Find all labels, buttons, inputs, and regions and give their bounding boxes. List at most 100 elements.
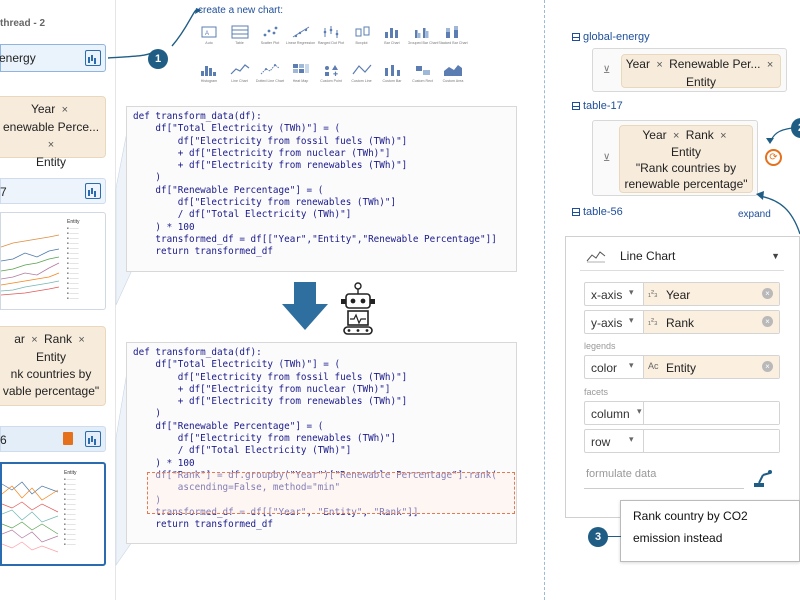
thread-title: thread - 2 [0, 18, 46, 29]
svg-text:■ ———: ■ ——— [64, 537, 76, 541]
chart-type-icon: A [201, 26, 217, 38]
chart-type-option[interactable]: Grouped Bar Chart [408, 24, 438, 46]
svg-text:■ ———: ■ ——— [64, 517, 76, 521]
svg-text:■ ———: ■ ——— [67, 276, 79, 280]
remove-icon[interactable]: × [62, 104, 68, 116]
svg-text:■ ———: ■ ——— [67, 286, 79, 290]
derived-table-pill-rank[interactable]: ar × Rank × Entity nk countries by vable… [0, 326, 106, 406]
chart-type-label: Ranged Dot Plot [317, 41, 345, 45]
code-line: + df["Electricity from nuclear (TWh)"] [133, 147, 391, 159]
svg-text:■ ———: ■ ——— [64, 512, 76, 516]
chart-type-option[interactable]: Stacked Bar Chart [438, 24, 468, 46]
chart-type-option[interactable]: ✚ Custom Point [316, 62, 346, 84]
clear-icon[interactable]: × [762, 361, 773, 372]
chart-type-icon [355, 26, 369, 37]
svg-text:■ ———: ■ ——— [64, 502, 76, 506]
color-encoding[interactable]: color ▾ Aᴄ Entity × [584, 355, 780, 379]
caret-down-icon[interactable]: ▾ [629, 360, 634, 371]
svg-text:■ ———: ■ ——— [67, 246, 79, 250]
field-slot[interactable] [643, 402, 779, 424]
chart-type-icon [444, 65, 462, 76]
chevron-down-icon[interactable]: ▼ [771, 251, 780, 261]
formulate-input[interactable]: formulate data [584, 467, 744, 489]
field-name: Year [666, 288, 691, 302]
code-line: + df["Electricity from renewables (TWh)"… [133, 160, 408, 172]
table-name: table-17 [583, 100, 623, 112]
remove-icon[interactable]: × [31, 334, 37, 346]
chart-type-option[interactable]: Linear Regression [286, 24, 316, 46]
chart-type-option[interactable]: Line Chart [225, 62, 255, 84]
chart-type-option[interactable]: Scatter Plot [255, 24, 285, 46]
instruction-line-1: nk countries by [10, 367, 92, 381]
field-slot[interactable]: Aᴄ Entity × [643, 356, 779, 378]
chart-type-option[interactable]: Heat Map [286, 62, 316, 84]
table-card-17[interactable]: ⊻ Year × Rank × Entity "Rank countries b… [592, 120, 758, 196]
clear-icon[interactable]: × [762, 288, 773, 299]
field-slot[interactable]: ₁²₃ Rank × [643, 311, 779, 333]
chart-picker-title: create a new chart: [198, 5, 284, 16]
facets-section-label: facets [584, 387, 609, 397]
trash-icon[interactable] [63, 432, 73, 445]
row-encoding[interactable]: row ▾ [584, 429, 780, 453]
table-label-56[interactable]: table-56 [572, 206, 623, 218]
remove-icon[interactable]: × [767, 59, 773, 71]
chart-type-option[interactable]: A Auto [194, 24, 224, 46]
channel-label: color [591, 361, 618, 375]
chart-type-icon [446, 26, 458, 38]
caret-down-icon[interactable]: ▾ [629, 315, 634, 326]
chart-type-option[interactable]: Custom Area [438, 62, 468, 84]
chart-type-label: Dotted Line Chart [255, 79, 285, 83]
new-chart-icon[interactable] [85, 50, 101, 66]
code-line: df["Electricity from fossil fuels (TWh)"… [133, 371, 408, 383]
chart-type-option[interactable]: Custom Bar [377, 62, 407, 84]
x-axis-encoding[interactable]: x-axis ▾ ₁²₃ Year × [584, 282, 780, 306]
caret-down-icon[interactable]: ▾ [637, 406, 642, 417]
code-line: + df["Electricity from renewables (TWh)"… [133, 396, 408, 408]
table-icon [572, 33, 580, 41]
svg-text:■ ———: ■ ——— [67, 281, 79, 285]
channel-label: row [591, 435, 611, 449]
table-card-global-energy[interactable]: ⊻ Year × Renewable Per... × Entity [592, 48, 787, 92]
chart-type-option[interactable]: Ranged Dot Plot [316, 24, 346, 46]
table-label-global-energy[interactable]: global-energy [572, 31, 650, 43]
chart-thumbnail[interactable]: Entity ■ ——— ■ ——— ■ ——— ■ ——— ■ ——— ■ ——— ■… [0, 212, 106, 310]
y-axis-encoding[interactable]: y-axis ▾ ₁²₃ Rank × [584, 310, 780, 334]
new-chart-icon[interactable] [85, 183, 101, 199]
caret-down-icon[interactable]: ▾ [629, 434, 634, 445]
remove-icon[interactable]: × [78, 334, 84, 346]
nl-instruction-input[interactable]: Rank country by CO2 emission instead [620, 500, 800, 562]
remove-icon[interactable]: × [48, 139, 54, 151]
chart-type-option[interactable]: Table [225, 24, 255, 46]
remove-icon[interactable]: × [720, 130, 726, 142]
chart-tile-header[interactable]: 7 [0, 178, 106, 204]
field-renewable: Renewable Per... [669, 57, 761, 71]
chart-type-option[interactable]: Custom Line [347, 62, 377, 84]
chart-type-icon [231, 25, 248, 39]
field-rank: Rank [44, 332, 73, 346]
field-slot[interactable] [643, 430, 779, 452]
formulate-icon[interactable] [752, 469, 774, 489]
chart-thumbnail-active[interactable]: Entity ■ ——— ■ ——— ■ ——— ■ ——— ■ ——— ■ ——— ■… [0, 462, 106, 566]
formula-icon: ⊻ [603, 153, 611, 164]
remove-icon[interactable]: × [673, 130, 679, 142]
chart-type-select[interactable]: Line Chart ▼ [580, 243, 784, 271]
field-name: Entity [666, 361, 697, 375]
clear-icon[interactable]: × [762, 316, 773, 327]
chart-type-option[interactable]: Dotted Line Chart [255, 62, 285, 84]
code-line: df["Total Electricity (TWh)"] = ( [133, 359, 341, 371]
svg-text:■ ———: ■ ——— [64, 532, 76, 536]
table-label-17[interactable]: table-17 [572, 100, 623, 112]
derived-table-pill[interactable]: Year × enewable Perce... × Entity [0, 96, 106, 169]
source-table-tile[interactable]: energy [0, 44, 106, 72]
chart-type-option[interactable]: Boxplot [347, 24, 377, 46]
remove-icon[interactable]: × [656, 59, 662, 71]
caret-down-icon[interactable]: ▾ [629, 287, 634, 298]
new-chart-icon[interactable] [85, 431, 101, 447]
chart-type-option[interactable]: Custom Rect [408, 62, 438, 84]
chart-type-option[interactable]: Histogram [194, 62, 224, 84]
chart-type-option[interactable]: Bar Chart [377, 24, 407, 46]
chart-tile-header-active[interactable]: 6 [0, 426, 106, 452]
column-encoding[interactable]: column ▾ [584, 401, 780, 425]
field-slot[interactable]: ₁²₃ Year × [643, 283, 779, 305]
svg-text:■ ———: ■ ——— [64, 492, 76, 496]
